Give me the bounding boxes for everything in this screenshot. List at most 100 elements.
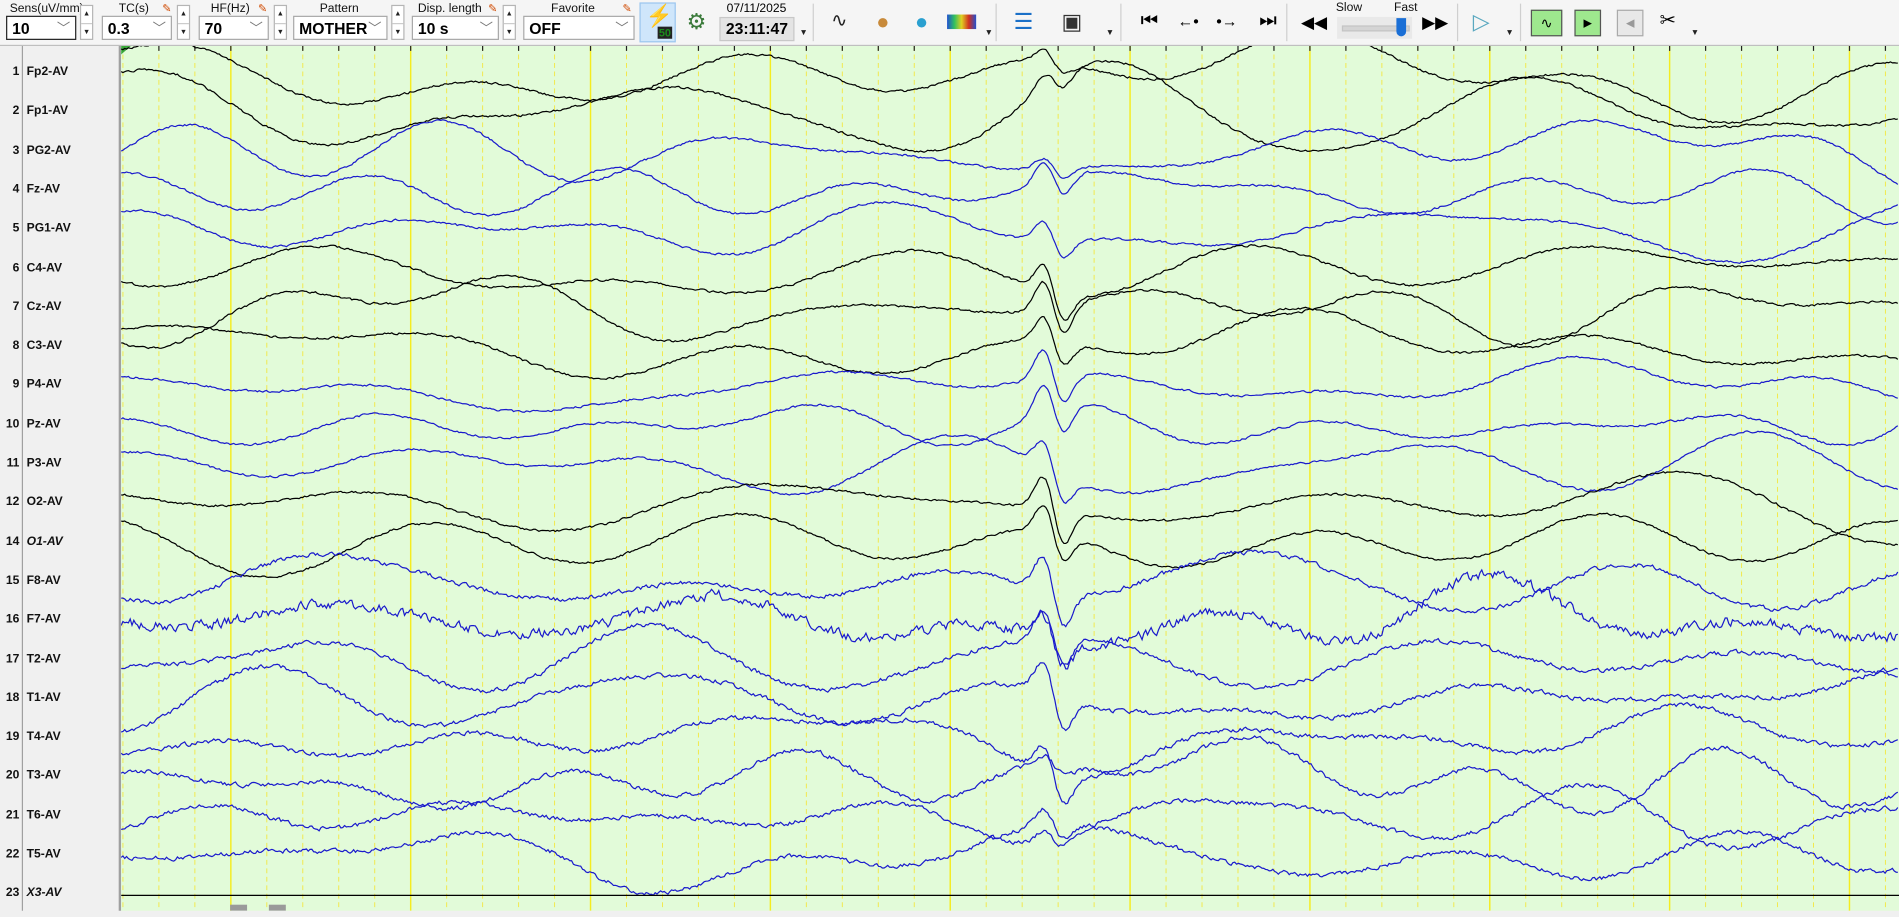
dropdown-arrow-icon[interactable]: ▼ — [1691, 29, 1699, 37]
eeg-trace-area[interactable] — [120, 27, 1899, 911]
down-icon[interactable]: ▼ — [81, 24, 92, 41]
notch-badge: 50 — [657, 26, 673, 39]
favorite-dropdown[interactable]: OFF ﹀ — [523, 15, 635, 40]
fast-forward-icon[interactable]: ▶▶ — [1419, 6, 1450, 37]
electrode-settings-icon[interactable]: ⚙ — [681, 6, 712, 37]
channel-label[interactable]: F8-AV — [27, 574, 61, 587]
channel-number: 7 — [12, 300, 20, 314]
trace-PG1-AV — [120, 200, 1899, 264]
channel-label[interactable]: Cz-AV — [27, 300, 62, 313]
disp-length-label: Disp. length — [417, 2, 482, 16]
channel-label[interactable]: PG1-AV — [27, 222, 71, 235]
up-icon[interactable]: ▲ — [274, 6, 286, 25]
channel-label[interactable]: T4-AV — [27, 730, 61, 743]
pattern-dropdown[interactable]: MOTHER ﹀ — [293, 15, 388, 40]
next-page-icon[interactable]: ▶ — [1574, 9, 1602, 37]
channel-label[interactable]: T3-AV — [27, 770, 61, 783]
pencil-icon[interactable]: ✎ — [488, 3, 499, 15]
slider-thumb[interactable] — [1396, 18, 1407, 37]
up-icon[interactable]: ▲ — [178, 6, 189, 25]
play-icon[interactable]: ▷ — [1465, 6, 1496, 37]
channel-number: 10 — [5, 417, 20, 431]
channel-label[interactable]: Fp2-AV — [27, 65, 68, 78]
dropdown-arrow-icon[interactable]: ▼ — [1505, 29, 1513, 37]
trace-T5-AV — [120, 807, 1898, 896]
pattern-value: MOTHER — [299, 19, 368, 38]
channel-label[interactable]: C3-AV — [27, 339, 62, 352]
channel-label[interactable]: F7-AV — [27, 613, 61, 626]
dropdown-arrow-icon[interactable]: ▼ — [1106, 29, 1114, 37]
spectrogram-icon[interactable] — [947, 14, 977, 30]
video-cut-icon[interactable]: ✂ — [1652, 6, 1683, 37]
dropdown-arrow-icon[interactable]: ▼ — [985, 29, 993, 37]
tc-label: TC(s) — [118, 2, 149, 16]
rewind-icon[interactable]: ◀◀ — [1298, 6, 1329, 37]
channel-label[interactable]: T2-AV — [27, 652, 61, 665]
video-icon[interactable]: ▣ — [1056, 6, 1087, 37]
topography-icon[interactable]: ● — [906, 6, 937, 37]
channel-label[interactable]: P4-AV — [27, 378, 62, 391]
eeg-view-icon[interactable]: ∿ — [1530, 9, 1563, 37]
pencil-icon[interactable]: ✎ — [623, 3, 634, 15]
patient-info-icon[interactable]: ☰ — [1008, 6, 1039, 37]
pattern-spinner[interactable]: ▲ ▼ — [391, 4, 405, 41]
channel-label[interactable]: Fp1-AV — [27, 105, 68, 118]
down-icon[interactable]: ▼ — [504, 24, 515, 41]
tc-spinner[interactable]: ▲ ▼ — [176, 4, 191, 41]
channel-number: 8 — [12, 339, 20, 353]
down-icon[interactable]: ▼ — [275, 24, 286, 41]
channel-label[interactable]: X3-AV — [27, 887, 62, 900]
channel-number: 3 — [12, 143, 20, 157]
speed-slider[interactable] — [1337, 16, 1413, 39]
dropdown-arrow-icon[interactable]: ▼ — [799, 29, 807, 37]
disp-length-spinner[interactable]: ▲ ▼ — [502, 4, 516, 41]
step-forward-icon[interactable]: •→ — [1211, 6, 1242, 37]
channel-label[interactable]: O2-AV — [27, 496, 63, 509]
pencil-icon[interactable]: ✎ — [258, 3, 269, 15]
trace-Pz-AV — [120, 384, 1899, 447]
pencil-icon[interactable]: ✎ — [162, 3, 173, 15]
separator — [1286, 3, 1288, 42]
channel-label[interactable]: P3-AV — [27, 457, 62, 470]
down-icon[interactable]: ▼ — [392, 24, 403, 41]
chevron-down-icon: ﹀ — [479, 21, 493, 37]
go-to-end-icon[interactable]: ⏭ — [1252, 6, 1283, 37]
favorite-value: OFF — [529, 19, 561, 38]
up-icon[interactable]: ▲ — [392, 6, 404, 25]
prev-page-icon[interactable]: ◀ — [1616, 9, 1644, 37]
chevron-down-icon: ﹀ — [368, 21, 382, 37]
chevron-down-icon: ﹀ — [615, 21, 629, 37]
tc-dropdown[interactable]: 0.3 ﹀ — [101, 15, 172, 40]
go-to-start-icon[interactable]: ⏮ — [1134, 6, 1165, 37]
disp-length-dropdown[interactable]: 10 s ﹀ — [411, 15, 499, 40]
hf-dropdown[interactable]: 70 ﹀ — [198, 15, 269, 40]
channel-label[interactable]: Fz-AV — [27, 183, 60, 196]
waveform-marker-icon[interactable]: ∿ — [824, 6, 855, 37]
head-map-icon[interactable]: ● — [867, 6, 898, 37]
divider — [21, 46, 24, 911]
down-icon[interactable]: ▼ — [178, 24, 189, 41]
channel-label[interactable]: PG2-AV — [27, 144, 71, 157]
channel-label[interactable]: C4-AV — [27, 261, 62, 274]
channel-label[interactable]: T1-AV — [27, 691, 61, 704]
channel-label[interactable]: Pz-AV — [27, 417, 61, 430]
channel-number: 20 — [5, 769, 20, 783]
trace-Fp1-AV — [120, 59, 1898, 153]
lightning-icon: ⚡ — [645, 3, 673, 28]
hf-spinner[interactable]: ▲ ▼ — [273, 4, 288, 41]
step-back-icon[interactable]: ←• — [1172, 6, 1203, 37]
up-icon[interactable]: ▲ — [503, 6, 515, 25]
page-marker — [230, 904, 248, 911]
channel-label[interactable]: O1-AV — [27, 535, 63, 548]
sens-dropdown[interactable]: 10 ﹀ — [6, 15, 77, 40]
channel-label[interactable]: T5-AV — [27, 848, 61, 861]
sens-spinner[interactable]: ▲ ▼ — [79, 4, 94, 41]
separator — [1120, 3, 1122, 42]
channel-number: 15 — [5, 573, 20, 588]
up-icon[interactable]: ▲ — [81, 6, 93, 25]
channel-number: 4 — [12, 182, 20, 197]
toolbar: Sens(uV/mm) 10 ﹀ ▲ ▼ TC(s) ✎ 0.3 ﹀ ▲ ▼ HF(Hz… — [0, 0, 1899, 47]
channel-label[interactable]: T6-AV — [27, 809, 61, 822]
notch-filter-button[interactable]: ⚡ 50 — [639, 2, 676, 43]
trace-T4-AV — [120, 701, 1899, 805]
